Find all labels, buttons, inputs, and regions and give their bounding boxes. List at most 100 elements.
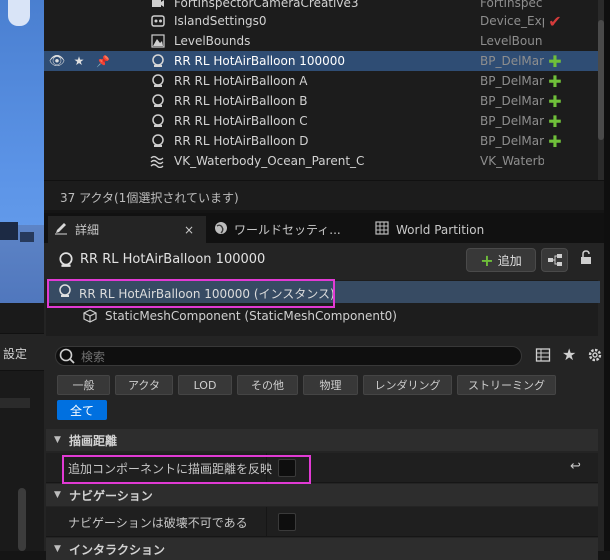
filter-misc[interactable]: その他 (237, 375, 298, 395)
checkmark-icon: ✔ (548, 11, 562, 31)
settings-tab-label: 設定 (3, 347, 28, 361)
outliner-row[interactable]: VK_Waterbody_Ocean_Parent_C VK_Waterb (44, 151, 604, 171)
plus-icon[interactable]: ✚ (547, 92, 563, 111)
outliner-item-name: RR RL HotAirBalloon B (174, 94, 308, 108)
tab-details[interactable]: 詳細 × (48, 216, 206, 243)
property-label: ナビゲーションは破壊不可である (68, 516, 248, 530)
outliner-item-name: RR RL HotAirBalloon 100000 (174, 54, 346, 68)
outliner-item-type: VK_Waterb (480, 154, 544, 168)
viewport-object (20, 232, 34, 242)
outliner-item-name: IslandSettings0 (174, 14, 267, 28)
outliner-item-type: BP_DelMar (480, 134, 544, 148)
plus-icon[interactable]: ✚ (547, 72, 563, 91)
filter-general[interactable]: 一般 (57, 375, 110, 395)
plus-icon[interactable]: ✚ (547, 52, 563, 71)
grid-map-icon (375, 221, 389, 238)
plus-icon[interactable]: ✚ (547, 112, 563, 131)
outliner-scrollbar-thumb[interactable] (598, 20, 604, 140)
world-outliner: FortInspectorCameraCreative3 FortInspec … (44, 0, 604, 180)
actor-sphere-icon (150, 93, 166, 109)
outliner-item-type: FortInspec (480, 0, 543, 10)
outliner-item-name: RR RL HotAirBalloon C (174, 114, 308, 128)
add-component-button[interactable]: + 追加 (466, 248, 536, 272)
filter-all[interactable]: 全て (57, 400, 107, 420)
left-panel-scrollbar[interactable] (18, 488, 26, 551)
outliner-item-name: FortInspectorCameraCreative3 (174, 0, 359, 10)
category-draw-distance[interactable]: ▼ 描画距離 (46, 429, 598, 451)
details-search-input[interactable] (55, 346, 522, 366)
outliner-row[interactable]: IslandSettings0 Device_Exp ✔ (44, 11, 604, 31)
outliner-item-name: LevelBounds (174, 34, 251, 48)
camera-actor-icon (150, 0, 166, 11)
outliner-item-name: RR RL HotAirBalloon D (174, 134, 309, 148)
outliner-item-type: LevelBoun (480, 34, 543, 48)
category-navigation[interactable]: ▼ ナビゲーション (46, 484, 598, 506)
globe-icon (214, 221, 228, 238)
table-view-icon[interactable] (535, 347, 551, 366)
actor-count-text: 37 アクタ(1個選択されています) (60, 191, 239, 205)
left-panel-tab[interactable]: 設定 (0, 333, 44, 371)
gear-icon[interactable] (586, 346, 604, 367)
category-label: ナビゲーション (69, 488, 153, 503)
actor-sphere-icon (150, 73, 166, 89)
column-divider (266, 507, 267, 537)
close-icon[interactable]: × (184, 223, 194, 237)
viewport-object (0, 222, 18, 240)
blueprint-button[interactable] (541, 248, 568, 272)
gamepad-icon (150, 13, 166, 29)
water-wave-icon (150, 153, 166, 169)
actor-count-bar: 37 アクタ(1個選択されています) (44, 180, 604, 210)
filter-rendering[interactable]: レンダリング (363, 375, 452, 395)
right-gutter (604, 0, 610, 551)
navigation-indestructible-checkbox[interactable] (278, 513, 296, 531)
mountain-icon (150, 33, 166, 49)
outliner-item-type: BP_DelMar (480, 74, 544, 88)
lock-icon[interactable] (578, 250, 598, 270)
collapse-arrow-icon: ▼ (54, 435, 61, 445)
tab-world-settings-label: ワールドセッティ... (234, 223, 341, 237)
collapse-arrow-icon: ▼ (54, 544, 61, 554)
eye-icon[interactable]: 👁 (48, 54, 66, 69)
category-label: 描画距離 (69, 433, 118, 448)
pencil-icon (54, 221, 68, 238)
add-button-label: 追加 (497, 253, 522, 268)
tab-world-partition[interactable]: World Partition (372, 216, 512, 243)
star-icon[interactable]: ★ (562, 345, 576, 364)
star-icon[interactable]: ★ (72, 54, 86, 68)
plus-icon: + (480, 250, 494, 270)
filter-streaming[interactable]: ストリーミング (457, 375, 556, 395)
filter-lod[interactable]: LOD (178, 375, 232, 395)
outliner-item-name: RR RL HotAirBalloon A (174, 74, 308, 88)
outliner-item-type: Device_Exp (480, 14, 544, 28)
outliner-item-type: BP_DelMar (480, 114, 544, 128)
outliner-item-type: BP_DelMar (480, 54, 544, 68)
static-mesh-component-row[interactable]: StaticMeshComponent (StaticMeshComponent… (105, 309, 397, 323)
outliner-row[interactable]: RR RL HotAirBalloon D BP_DelMar ✚ (44, 131, 604, 151)
highlight-box (62, 455, 311, 484)
actor-sphere-icon (150, 53, 166, 69)
tab-world-settings[interactable]: ワールドセッティ... (210, 216, 368, 243)
actor-sphere-icon (150, 113, 166, 129)
filter-physics[interactable]: 物理 (303, 375, 358, 395)
search-placeholder: 検索 (81, 350, 106, 364)
outliner-row[interactable]: LevelBounds LevelBoun (44, 31, 604, 51)
outliner-row[interactable]: RR RL HotAirBalloon B BP_DelMar ✚ (44, 91, 604, 111)
static-mesh-cube-icon (83, 309, 97, 326)
outliner-item-type: BP_DelMar (480, 94, 544, 108)
actor-sphere-icon (150, 133, 166, 149)
viewport-sky-object (8, 0, 30, 26)
reset-arrow-icon[interactable]: ↩ (570, 459, 581, 474)
category-interaction[interactable]: ▼ インタラクション (46, 538, 598, 560)
property-navigation-indestructible: ナビゲーションは破壊不可である (46, 507, 598, 537)
outliner-row[interactable]: RR RL HotAirBalloon C BP_DelMar ✚ (44, 111, 604, 131)
level-viewport[interactable] (0, 0, 44, 303)
outliner-row-selected[interactable]: 👁 ★ 📌 RR RL HotAirBalloon 100000 BP_DelM… (44, 51, 604, 71)
outliner-row[interactable]: RR RL HotAirBalloon A BP_DelMar ✚ (44, 71, 604, 91)
selected-actor-title: RR RL HotAirBalloon 100000 (80, 252, 266, 267)
plus-icon[interactable]: ✚ (547, 132, 563, 151)
blueprint-icon (547, 253, 563, 270)
pin-icon[interactable]: 📌 (96, 55, 110, 68)
search-icon (58, 347, 76, 368)
highlight-box (47, 279, 335, 308)
filter-actor[interactable]: アクタ (115, 375, 173, 395)
